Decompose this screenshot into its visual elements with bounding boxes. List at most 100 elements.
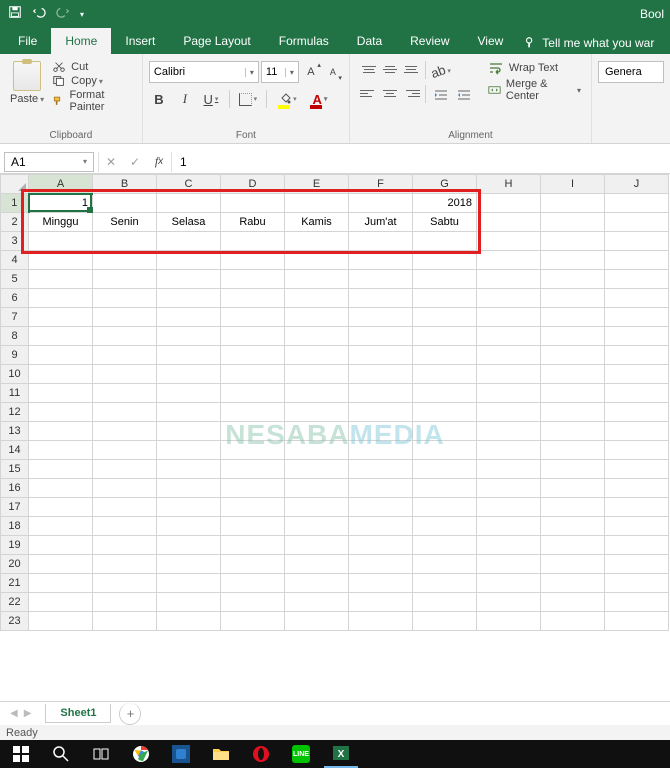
cell[interactable]: [349, 232, 413, 251]
cell[interactable]: [93, 460, 157, 479]
row-header[interactable]: 2: [1, 213, 29, 232]
cell[interactable]: [541, 194, 605, 213]
cell[interactable]: [285, 517, 349, 536]
task-view-button[interactable]: [84, 740, 118, 768]
cell[interactable]: [477, 460, 541, 479]
search-button[interactable]: [44, 740, 78, 768]
cell[interactable]: [157, 612, 221, 631]
cell[interactable]: [221, 593, 285, 612]
cell[interactable]: [413, 536, 477, 555]
cell[interactable]: [605, 574, 669, 593]
redo-icon[interactable]: [56, 5, 70, 24]
spreadsheet-grid[interactable]: ABCDEFGHIJ1120182MingguSeninSelasaRabuKa…: [0, 174, 670, 689]
cell[interactable]: [477, 479, 541, 498]
row-header[interactable]: 9: [1, 346, 29, 365]
cell[interactable]: [349, 346, 413, 365]
cell[interactable]: [29, 498, 93, 517]
cell[interactable]: [93, 251, 157, 270]
cell[interactable]: [541, 251, 605, 270]
cell[interactable]: [477, 194, 541, 213]
cell[interactable]: [29, 555, 93, 574]
col-header[interactable]: H: [477, 175, 541, 194]
cell[interactable]: [541, 460, 605, 479]
cell[interactable]: Senin: [93, 213, 157, 232]
row-header[interactable]: 5: [1, 270, 29, 289]
cell[interactable]: [477, 270, 541, 289]
cell[interactable]: [221, 612, 285, 631]
cell[interactable]: [413, 308, 477, 327]
cell[interactable]: [29, 422, 93, 441]
cell[interactable]: [157, 441, 221, 460]
col-header[interactable]: E: [285, 175, 349, 194]
cell[interactable]: [285, 289, 349, 308]
cell[interactable]: [93, 574, 157, 593]
cell[interactable]: [541, 308, 605, 327]
next-sheet-button[interactable]: ▶: [24, 708, 32, 719]
row-header[interactable]: 1: [1, 194, 29, 213]
row-header[interactable]: 10: [1, 365, 29, 384]
row-header[interactable]: 20: [1, 555, 29, 574]
cell[interactable]: [541, 593, 605, 612]
cell[interactable]: [221, 270, 285, 289]
cell[interactable]: [93, 232, 157, 251]
cut-button[interactable]: Cut: [52, 61, 134, 73]
excel-icon[interactable]: X: [324, 740, 358, 768]
cell[interactable]: [413, 612, 477, 631]
align-middle-button[interactable]: [381, 61, 399, 77]
cancel-button[interactable]: ✕: [99, 152, 123, 172]
cell[interactable]: [413, 384, 477, 403]
cell[interactable]: [477, 251, 541, 270]
cell[interactable]: [157, 365, 221, 384]
cell[interactable]: [349, 517, 413, 536]
cell[interactable]: [541, 384, 605, 403]
cell[interactable]: [413, 574, 477, 593]
row-header[interactable]: 21: [1, 574, 29, 593]
cell[interactable]: [477, 517, 541, 536]
cell[interactable]: [93, 327, 157, 346]
row-header[interactable]: 23: [1, 612, 29, 631]
prev-sheet-button[interactable]: ◀: [10, 708, 18, 719]
cell[interactable]: [285, 574, 349, 593]
cell[interactable]: [29, 232, 93, 251]
cell[interactable]: [93, 384, 157, 403]
cell[interactable]: [605, 270, 669, 289]
cell[interactable]: [413, 270, 477, 289]
cell[interactable]: [349, 593, 413, 612]
cell[interactable]: [157, 403, 221, 422]
font-name-select[interactable]: Calibri▾: [149, 61, 259, 83]
cell[interactable]: [221, 517, 285, 536]
cell[interactable]: [29, 403, 93, 422]
cell[interactable]: [349, 308, 413, 327]
format-painter-button[interactable]: Format Painter: [52, 89, 134, 113]
cell[interactable]: [285, 536, 349, 555]
cell[interactable]: [221, 384, 285, 403]
cell[interactable]: [29, 365, 93, 384]
cell[interactable]: [477, 308, 541, 327]
row-header[interactable]: 7: [1, 308, 29, 327]
cell[interactable]: [285, 327, 349, 346]
row-header[interactable]: 8: [1, 327, 29, 346]
cell[interactable]: [413, 251, 477, 270]
cell[interactable]: [93, 270, 157, 289]
cell[interactable]: [29, 289, 93, 308]
cell[interactable]: [605, 403, 669, 422]
paste-button[interactable]: Paste: [6, 57, 48, 128]
cell[interactable]: [541, 232, 605, 251]
cell[interactable]: [221, 289, 285, 308]
cell[interactable]: [157, 327, 221, 346]
col-header[interactable]: B: [93, 175, 157, 194]
sheet-tab[interactable]: Sheet1: [45, 704, 111, 723]
cell[interactable]: [157, 346, 221, 365]
col-header[interactable]: D: [221, 175, 285, 194]
save-icon[interactable]: [8, 5, 22, 24]
underline-button[interactable]: U▾: [201, 89, 221, 109]
cell[interactable]: [157, 555, 221, 574]
cell[interactable]: [157, 517, 221, 536]
cell[interactable]: [413, 289, 477, 308]
cell[interactable]: [541, 517, 605, 536]
start-button[interactable]: [4, 740, 38, 768]
cell[interactable]: [157, 251, 221, 270]
cell[interactable]: [93, 346, 157, 365]
col-header[interactable]: G: [413, 175, 477, 194]
cell[interactable]: [29, 460, 93, 479]
